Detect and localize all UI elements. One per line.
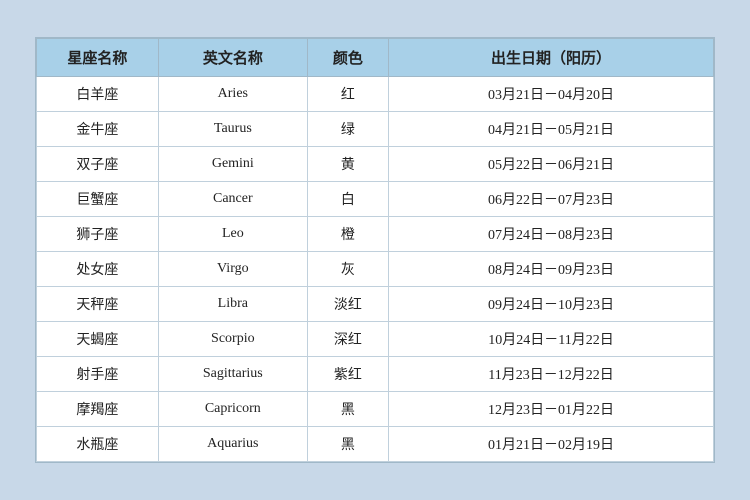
cell-color: 橙	[307, 217, 388, 252]
table-row: 巨蟹座Cancer白06月22日－07月23日	[37, 182, 714, 217]
cell-color: 淡红	[307, 287, 388, 322]
cell-date: 08月24日－09月23日	[389, 252, 714, 287]
table-row: 天秤座Libra淡红09月24日－10月23日	[37, 287, 714, 322]
cell-date: 03月21日－04月20日	[389, 77, 714, 112]
cell-zh-name: 双子座	[37, 147, 159, 182]
cell-zh-name: 白羊座	[37, 77, 159, 112]
table-header-row: 星座名称 英文名称 颜色 出生日期（阳历）	[37, 39, 714, 77]
zodiac-table-container: 星座名称 英文名称 颜色 出生日期（阳历） 白羊座Aries红03月21日－04…	[35, 37, 715, 463]
cell-en-name: Gemini	[158, 147, 307, 182]
cell-date: 01月21日－02月19日	[389, 427, 714, 462]
cell-zh-name: 狮子座	[37, 217, 159, 252]
cell-color: 黑	[307, 392, 388, 427]
cell-date: 06月22日－07月23日	[389, 182, 714, 217]
cell-date: 07月24日－08月23日	[389, 217, 714, 252]
cell-en-name: Scorpio	[158, 322, 307, 357]
table-row: 白羊座Aries红03月21日－04月20日	[37, 77, 714, 112]
cell-date: 04月21日－05月21日	[389, 112, 714, 147]
cell-date: 11月23日－12月22日	[389, 357, 714, 392]
table-row: 射手座Sagittarius紫红11月23日－12月22日	[37, 357, 714, 392]
table-row: 双子座Gemini黄05月22日－06月21日	[37, 147, 714, 182]
cell-zh-name: 水瓶座	[37, 427, 159, 462]
table-row: 摩羯座Capricorn黑12月23日－01月22日	[37, 392, 714, 427]
cell-zh-name: 摩羯座	[37, 392, 159, 427]
header-date: 出生日期（阳历）	[389, 39, 714, 77]
cell-date: 05月22日－06月21日	[389, 147, 714, 182]
table-row: 狮子座Leo橙07月24日－08月23日	[37, 217, 714, 252]
cell-en-name: Leo	[158, 217, 307, 252]
cell-zh-name: 巨蟹座	[37, 182, 159, 217]
table-row: 水瓶座Aquarius黑01月21日－02月19日	[37, 427, 714, 462]
cell-en-name: Sagittarius	[158, 357, 307, 392]
cell-zh-name: 天秤座	[37, 287, 159, 322]
header-en-name: 英文名称	[158, 39, 307, 77]
cell-color: 黑	[307, 427, 388, 462]
cell-en-name: Virgo	[158, 252, 307, 287]
cell-date: 09月24日－10月23日	[389, 287, 714, 322]
table-row: 金牛座Taurus绿04月21日－05月21日	[37, 112, 714, 147]
cell-zh-name: 金牛座	[37, 112, 159, 147]
cell-en-name: Libra	[158, 287, 307, 322]
table-body: 白羊座Aries红03月21日－04月20日金牛座Taurus绿04月21日－0…	[37, 77, 714, 462]
cell-color: 红	[307, 77, 388, 112]
cell-en-name: Aries	[158, 77, 307, 112]
cell-color: 绿	[307, 112, 388, 147]
cell-en-name: Aquarius	[158, 427, 307, 462]
cell-color: 灰	[307, 252, 388, 287]
cell-color: 黄	[307, 147, 388, 182]
table-row: 天蝎座Scorpio深红10月24日－11月22日	[37, 322, 714, 357]
cell-date: 10月24日－11月22日	[389, 322, 714, 357]
cell-zh-name: 射手座	[37, 357, 159, 392]
cell-zh-name: 天蝎座	[37, 322, 159, 357]
table-row: 处女座Virgo灰08月24日－09月23日	[37, 252, 714, 287]
cell-en-name: Taurus	[158, 112, 307, 147]
cell-color: 紫红	[307, 357, 388, 392]
cell-zh-name: 处女座	[37, 252, 159, 287]
header-zh-name: 星座名称	[37, 39, 159, 77]
cell-color: 深红	[307, 322, 388, 357]
cell-en-name: Capricorn	[158, 392, 307, 427]
zodiac-table: 星座名称 英文名称 颜色 出生日期（阳历） 白羊座Aries红03月21日－04…	[36, 38, 714, 462]
header-color: 颜色	[307, 39, 388, 77]
cell-date: 12月23日－01月22日	[389, 392, 714, 427]
cell-en-name: Cancer	[158, 182, 307, 217]
cell-color: 白	[307, 182, 388, 217]
